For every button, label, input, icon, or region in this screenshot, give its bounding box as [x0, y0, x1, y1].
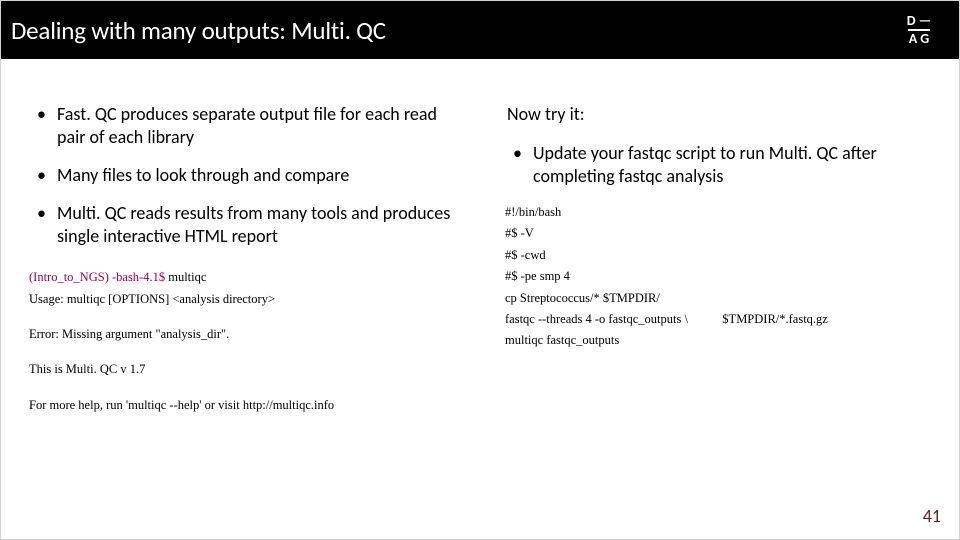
script-line: #$ -pe smp 4 [505, 267, 931, 286]
left-column: Fast. QC produces separate output file f… [29, 103, 459, 417]
task-list: Update your fastqc script to run Multi. … [505, 142, 931, 188]
logo-char: G [920, 32, 929, 46]
terminal-line: This is Multi. QC v 1.7 [29, 360, 459, 379]
script-line: #$ -V [505, 224, 931, 243]
bullet-item: Many files to look through and compare [29, 164, 459, 187]
terminal-line: For more help, run 'multiqc --help' or v… [29, 396, 459, 415]
script-line: cp Streptococcus/* $TMPDIR/ [505, 289, 931, 308]
dag-logo: D — A G [899, 10, 939, 50]
logo-char: — [919, 14, 932, 28]
bullet-list: Fast. QC produces separate output file f… [29, 103, 459, 248]
logo-char: A [909, 32, 917, 46]
bullet-item: Fast. QC produces separate output file f… [29, 103, 459, 149]
bullet-item: Multi. QC reads results from many tools … [29, 202, 459, 248]
terminal-line: Usage: multiqc [OPTIONS] <analysis direc… [29, 290, 459, 309]
title-bar: Dealing with many outputs: Multi. QC D —… [1, 1, 959, 59]
script-line: multiqc fastqc_outputs [505, 331, 931, 350]
slide-title: Dealing with many outputs: Multi. QC [11, 15, 386, 46]
task-item: Update your fastqc script to run Multi. … [505, 142, 931, 188]
terminal-line: (Intro_to_NGS) -bash-4.1$ multiqc [29, 268, 459, 287]
script-line: fastqc --threads 4 -o fastqc_outputs \ $… [505, 310, 931, 329]
script-line: #$ -cwd [505, 246, 931, 265]
terminal-line: Error: Missing argument "analysis_dir". [29, 325, 459, 344]
page-number: 41 [923, 505, 941, 527]
terminal-command: multiqc [168, 270, 206, 284]
now-try-heading: Now try it: [505, 103, 931, 125]
right-column: Now try it: Update your fastqc script to… [505, 103, 931, 417]
terminal-output: (Intro_to_NGS) -bash-4.1$ multiqc Usage:… [29, 268, 459, 415]
script-line: #!/bin/bash [505, 203, 931, 222]
terminal-prompt: (Intro_to_NGS) -bash-4.1$ [29, 270, 168, 284]
shell-script: #!/bin/bash #$ -V #$ -cwd #$ -pe smp 4 c… [505, 203, 931, 351]
content-area: Fast. QC produces separate output file f… [1, 59, 959, 417]
logo-char: D [907, 14, 916, 28]
